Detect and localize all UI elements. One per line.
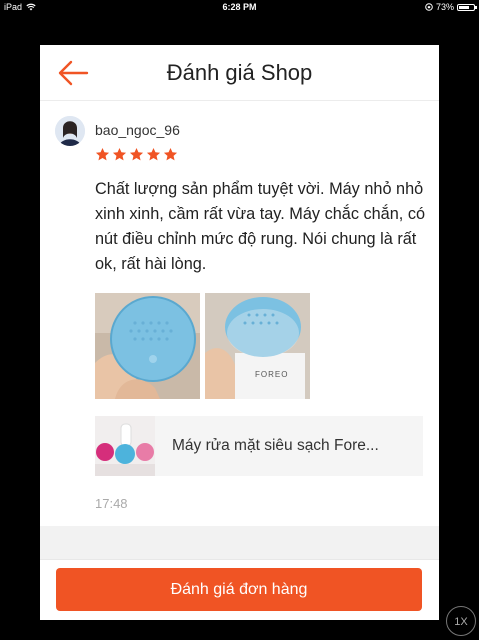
star-icon (163, 147, 178, 161)
review-text: Chất lượng sản phẩm tuyệt vời. Máy nhỏ n… (95, 180, 426, 273)
review-photo-image: FOREO (205, 293, 310, 399)
product-thumbnail (95, 416, 155, 476)
status-right: 73% (425, 0, 477, 14)
star-icon (146, 147, 161, 161)
battery-fill (459, 5, 469, 9)
review-item: bao_ngoc_96 Chất lượng sản phẩm tuyệt vờ… (40, 101, 439, 525)
orientation-lock-icon (425, 3, 433, 11)
review-photo-1[interactable] (95, 293, 200, 399)
review-photo-image (95, 293, 200, 399)
rating-stars (95, 147, 178, 162)
review-time: 17:48 (95, 496, 128, 511)
header: Đánh giá Shop (40, 45, 439, 101)
photo-brand-text: FOREO (255, 370, 288, 379)
section-divider (40, 526, 439, 559)
rate-order-button[interactable]: Đánh giá đơn hàng (56, 568, 422, 611)
app-screen: Đánh giá Shop bao_ngoc_96 Chất lượng sản… (40, 45, 439, 620)
status-bar: iPad 6:28 PM 73% (0, 0, 479, 14)
zoom-toggle-button[interactable]: 1X (446, 606, 476, 636)
star-icon (129, 147, 144, 161)
product-card[interactable]: Máy rửa mặt siêu sạch Fore... (95, 416, 423, 476)
review-photo-2[interactable]: FOREO (205, 293, 310, 399)
reviewer-username: bao_ngoc_96 (95, 122, 180, 138)
battery-icon (457, 3, 477, 11)
product-thumbnail-image (95, 416, 155, 476)
page-title: Đánh giá Shop (166, 60, 313, 85)
avatar[interactable] (55, 116, 85, 146)
product-name: Máy rửa mặt siêu sạch Fore... (172, 437, 379, 454)
avatar-image (55, 116, 85, 146)
star-icon (112, 147, 127, 161)
star-icon (95, 147, 110, 161)
status-time: 6:28 PM (222, 2, 257, 12)
footer: Đánh giá đơn hàng (40, 559, 439, 620)
battery-percent: 73% (435, 2, 454, 12)
